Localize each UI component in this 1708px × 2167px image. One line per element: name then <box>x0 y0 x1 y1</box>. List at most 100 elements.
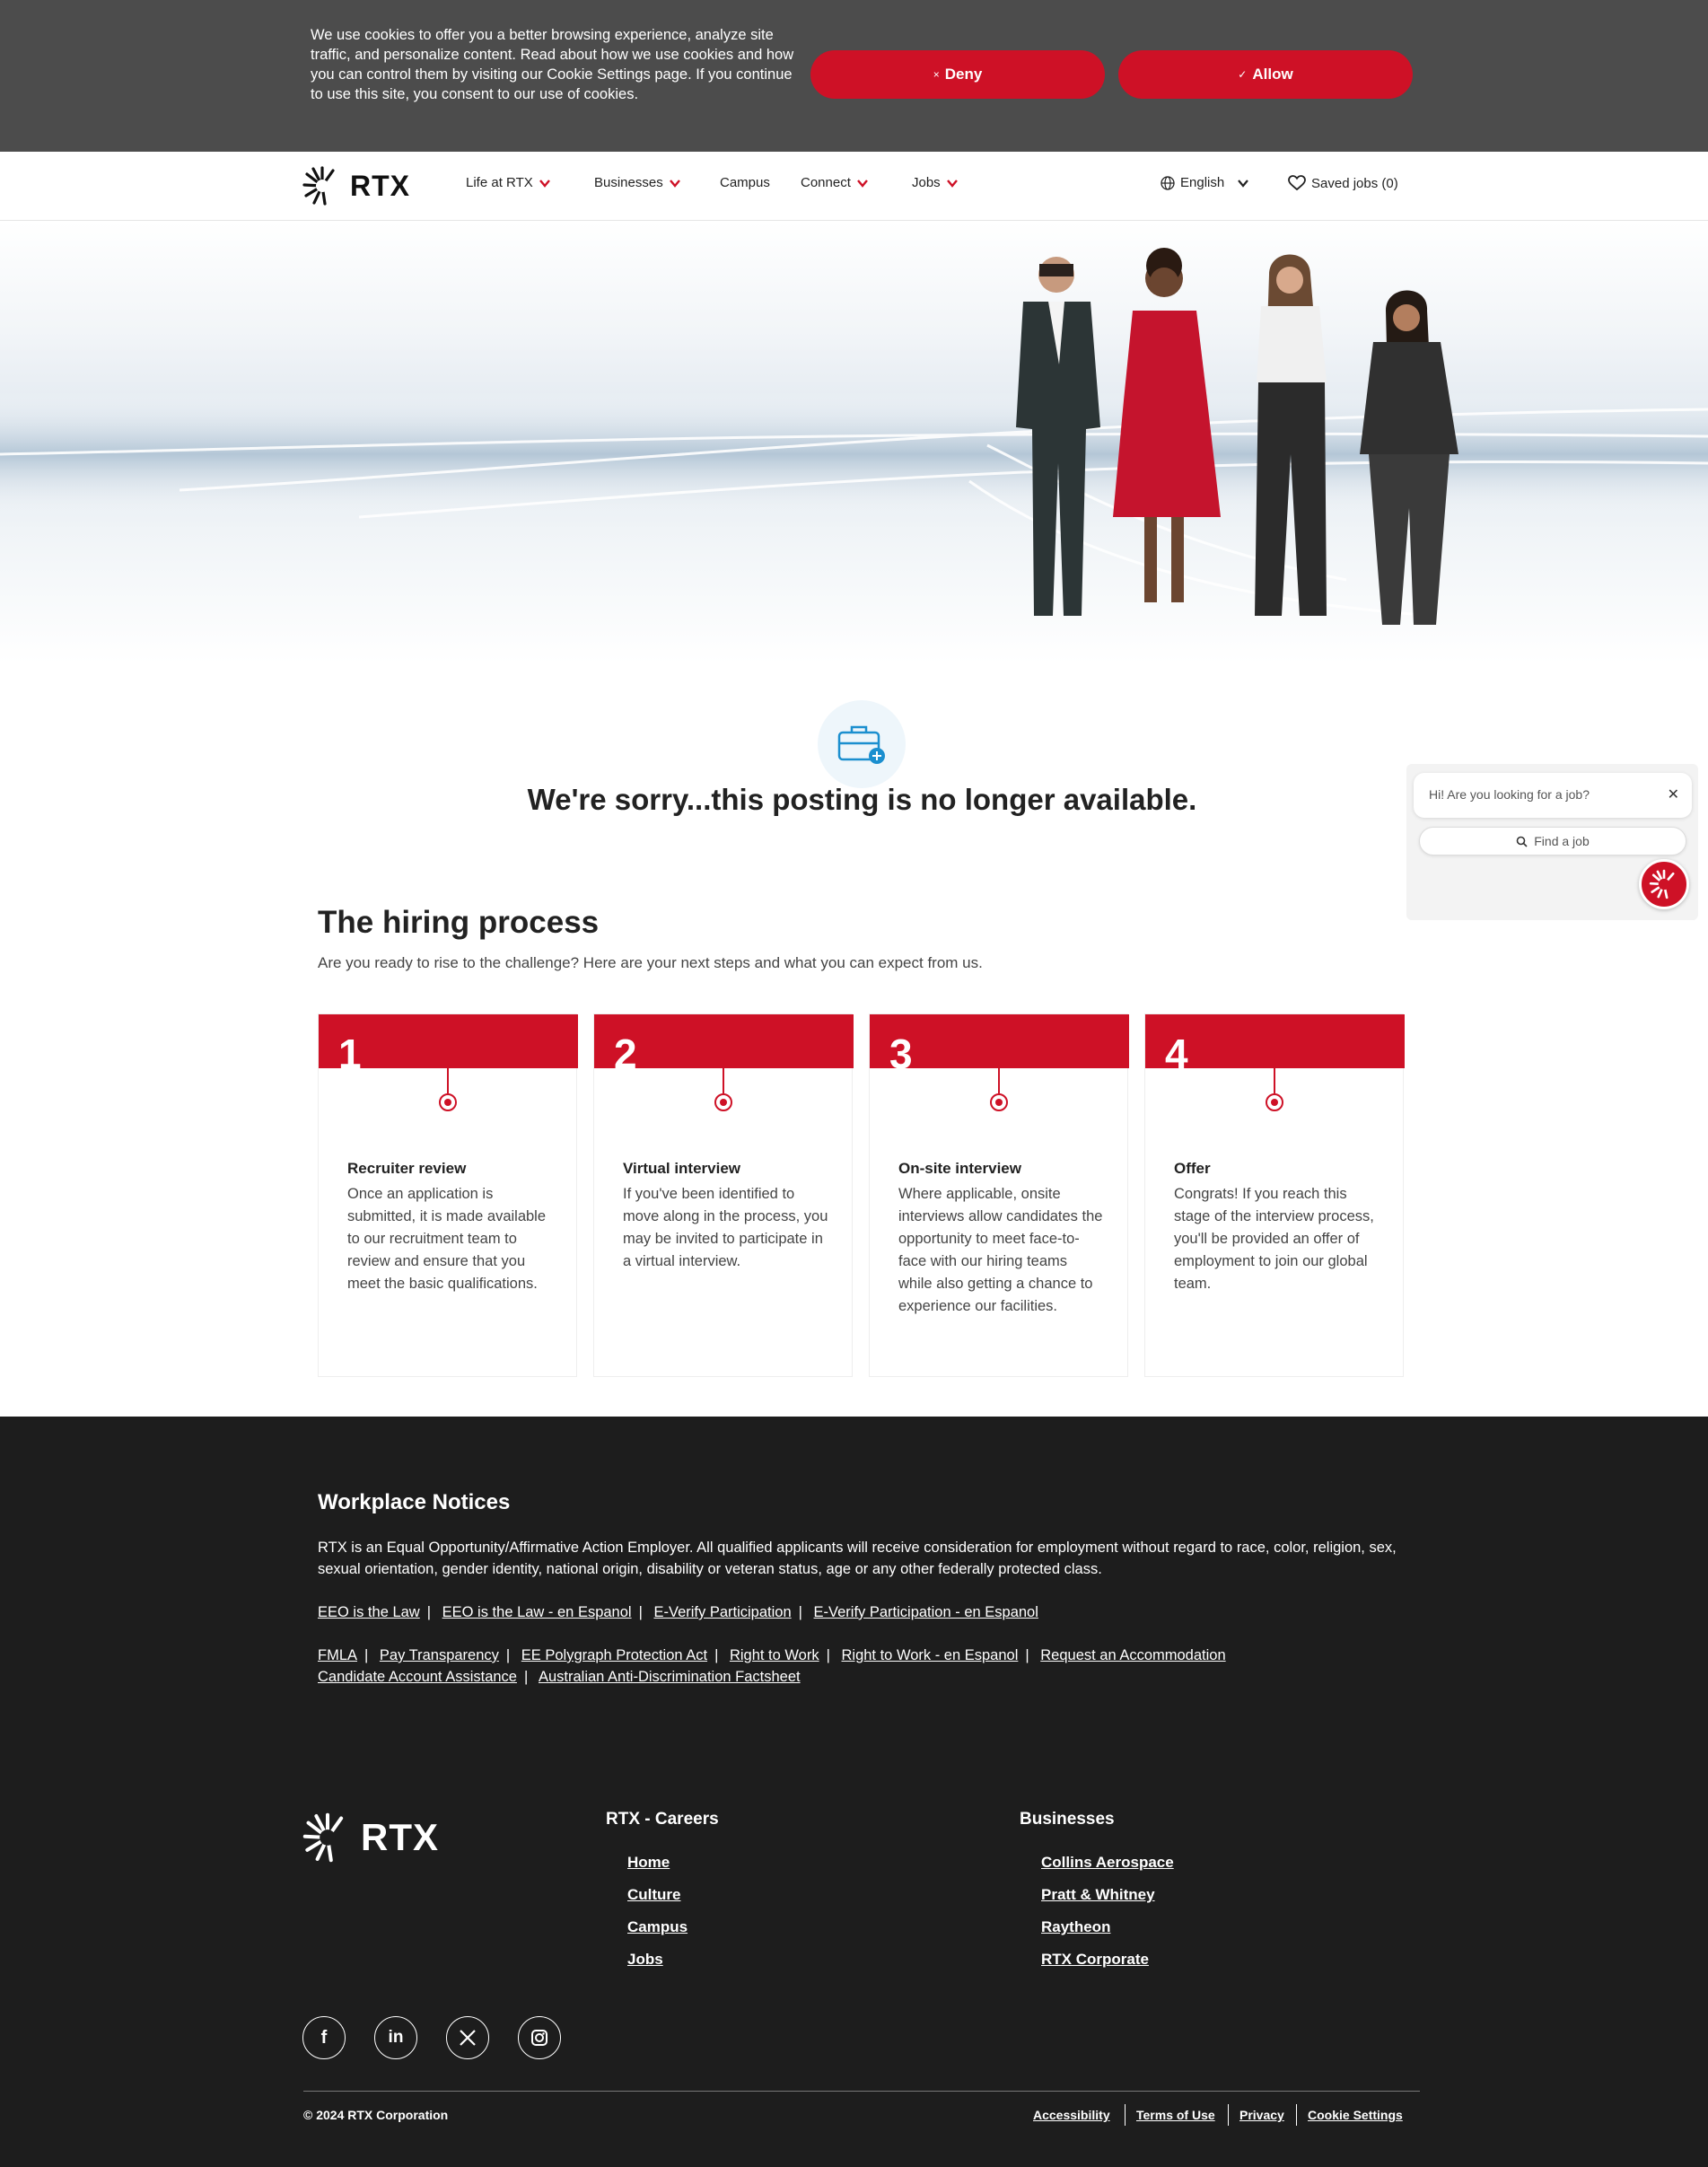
privacy-link[interactable]: Privacy <box>1239 2108 1284 2122</box>
nav-connect[interactable]: Connect <box>801 175 869 190</box>
cookie-settings-link[interactable]: Cookie Settings <box>1308 2108 1403 2122</box>
saved-jobs-link[interactable]: Saved jobs (0) <box>1288 175 1398 191</box>
right-to-work-spanish-link[interactable]: Right to Work - en Espanol <box>842 1647 1019 1663</box>
chevron-down-icon <box>539 179 550 188</box>
e-verify-link[interactable]: E-Verify Participation <box>653 1604 791 1620</box>
rtx-corporate-link[interactable]: RTX Corporate <box>1041 1951 1149 1969</box>
language-selector[interactable]: English <box>1161 175 1249 190</box>
footer-home-link[interactable]: Home <box>627 1854 670 1872</box>
step-description: Congrats! If you reach this stage of the… <box>1174 1186 1374 1292</box>
step-description: Once an application is submitted, it is … <box>347 1186 547 1292</box>
pay-transparency-link[interactable]: Pay Transparency <box>380 1647 499 1663</box>
step-title: Recruiter review <box>347 1160 467 1177</box>
raytheon-link[interactable]: Raytheon <box>1041 1918 1110 1936</box>
nav-label: Connect <box>801 175 851 190</box>
footer-jobs-link[interactable]: Jobs <box>627 1951 663 1969</box>
hero-banner <box>0 221 1708 663</box>
person-3 <box>1255 254 1327 616</box>
divider: | <box>1025 1647 1029 1663</box>
briefcase-icon-badge <box>818 700 906 788</box>
e-verify-spanish-link[interactable]: E-Verify Participation - en Espanol <box>814 1604 1038 1620</box>
nav-life-at-rtx[interactable]: Life at RTX <box>466 175 551 190</box>
divider: | <box>798 1604 802 1620</box>
rtx-logo-icon <box>1649 869 1675 899</box>
allow-label: Allow <box>1252 66 1293 83</box>
nav-label: Jobs <box>912 175 941 190</box>
cookie-banner: We use cookies to offer you a better bro… <box>0 0 1708 152</box>
eeo-law-link[interactable]: EEO is the Law <box>318 1604 420 1620</box>
nav-campus[interactable]: Campus <box>720 175 770 190</box>
notice-links-row: FMLA | Pay Transparency | EE Polygraph Pro… <box>318 1645 1226 1666</box>
rtx-logo-icon <box>302 166 335 206</box>
request-accommodation-link[interactable]: Request an Accommodation <box>1040 1647 1225 1663</box>
find-job-label: Find a job <box>1534 834 1590 848</box>
step-header: 1 <box>319 1014 578 1077</box>
nav-businesses[interactable]: Businesses <box>594 175 681 190</box>
chevron-down-icon <box>946 179 958 188</box>
polygraph-protection-link[interactable]: EE Polygraph Protection Act <box>521 1647 707 1663</box>
check-icon: ✓ <box>1238 68 1248 81</box>
logo-text: RTX <box>361 1816 439 1858</box>
step-title: Offer <box>1174 1160 1211 1177</box>
chevron-down-icon <box>669 179 680 188</box>
step-card: 3 On-site interview Where applicable, on… <box>869 1013 1129 1377</box>
globe-icon <box>1161 175 1175 190</box>
step-number: 2 <box>614 1031 637 1077</box>
hero-image <box>0 248 1708 625</box>
target-icon <box>439 1093 457 1111</box>
candidate-assistance-link[interactable]: Candidate Account Assistance <box>318 1669 517 1685</box>
divider: | <box>426 1604 432 1620</box>
step-title: On-site interview <box>898 1160 1021 1177</box>
footer-rtx-logo[interactable]: RTX <box>302 1812 439 1864</box>
copyright-text: © 2024 RTX Corporation <box>303 2108 449 2122</box>
step-title: Virtual interview <box>623 1160 741 1177</box>
chat-widget: Hi! Are you looking for a job? ✕ Find a … <box>1406 764 1698 920</box>
step-number: 4 <box>1165 1031 1188 1077</box>
target-icon <box>1266 1093 1283 1111</box>
footer-culture-link[interactable]: Culture <box>627 1886 681 1904</box>
businesses-column-title: Businesses <box>1020 1810 1115 1829</box>
step-description: Where applicable, onsite interviews allo… <box>898 1186 1103 1314</box>
eeo-statement: RTX is an Equal Opportunity/Affirmative … <box>318 1540 1397 1577</box>
nav-jobs[interactable]: Jobs <box>912 175 959 190</box>
accessibility-link[interactable]: Accessibility <box>1033 2108 1110 2122</box>
hiring-process-subtitle: Are you ready to rise to the challenge? … <box>318 954 983 971</box>
divider: | <box>638 1604 643 1620</box>
facebook-icon[interactable]: f <box>302 2016 346 2059</box>
step-header: 2 <box>594 1014 854 1077</box>
step-connector <box>447 1068 449 1093</box>
fmla-link[interactable]: FMLA <box>318 1647 357 1663</box>
right-to-work-link[interactable]: Right to Work <box>730 1647 819 1663</box>
eeo-law-spanish-link[interactable]: EEO is the Law - en Espanol <box>442 1604 632 1620</box>
rtx-logo-icon <box>302 1812 344 1863</box>
linkedin-icon[interactable]: in <box>374 2016 417 2059</box>
nav-label: Life at RTX <box>466 175 533 190</box>
step-connector <box>1274 1068 1275 1093</box>
step-number: 3 <box>889 1031 913 1077</box>
deny-cookies-button[interactable]: × Deny <box>810 50 1105 99</box>
divider <box>1228 2104 1229 2126</box>
terms-of-use-link[interactable]: Terms of Use <box>1136 2108 1215 2122</box>
instagram-icon[interactable] <box>518 2016 561 2059</box>
rtx-logo[interactable]: RTX <box>302 165 410 206</box>
chevron-down-icon <box>856 179 868 188</box>
step-connector <box>998 1068 1000 1093</box>
step-header: 3 <box>870 1014 1129 1077</box>
collins-aerospace-link[interactable]: Collins Aerospace <box>1041 1854 1174 1872</box>
cookie-message: We use cookies to offer you a better bro… <box>311 27 794 102</box>
nav-label: Campus <box>720 175 770 190</box>
person-2 <box>1113 248 1221 602</box>
footer-campus-link[interactable]: Campus <box>627 1918 688 1936</box>
language-label: English <box>1180 175 1225 190</box>
find-job-button[interactable]: Find a job <box>1419 827 1686 855</box>
divider <box>1296 2104 1297 2126</box>
close-icon[interactable]: ✕ <box>1668 785 1679 803</box>
chat-launcher-avatar[interactable] <box>1639 859 1689 909</box>
step-connector <box>723 1068 724 1093</box>
australian-factsheet-link[interactable]: Australian Anti-Discrimination Factsheet <box>539 1669 801 1685</box>
allow-cookies-button[interactable]: ✓ Allow <box>1118 50 1413 99</box>
search-icon <box>1516 836 1528 847</box>
x-icon[interactable] <box>446 2016 489 2059</box>
divider: | <box>523 1669 529 1685</box>
pratt-whitney-link[interactable]: Pratt & Whitney <box>1041 1886 1155 1904</box>
